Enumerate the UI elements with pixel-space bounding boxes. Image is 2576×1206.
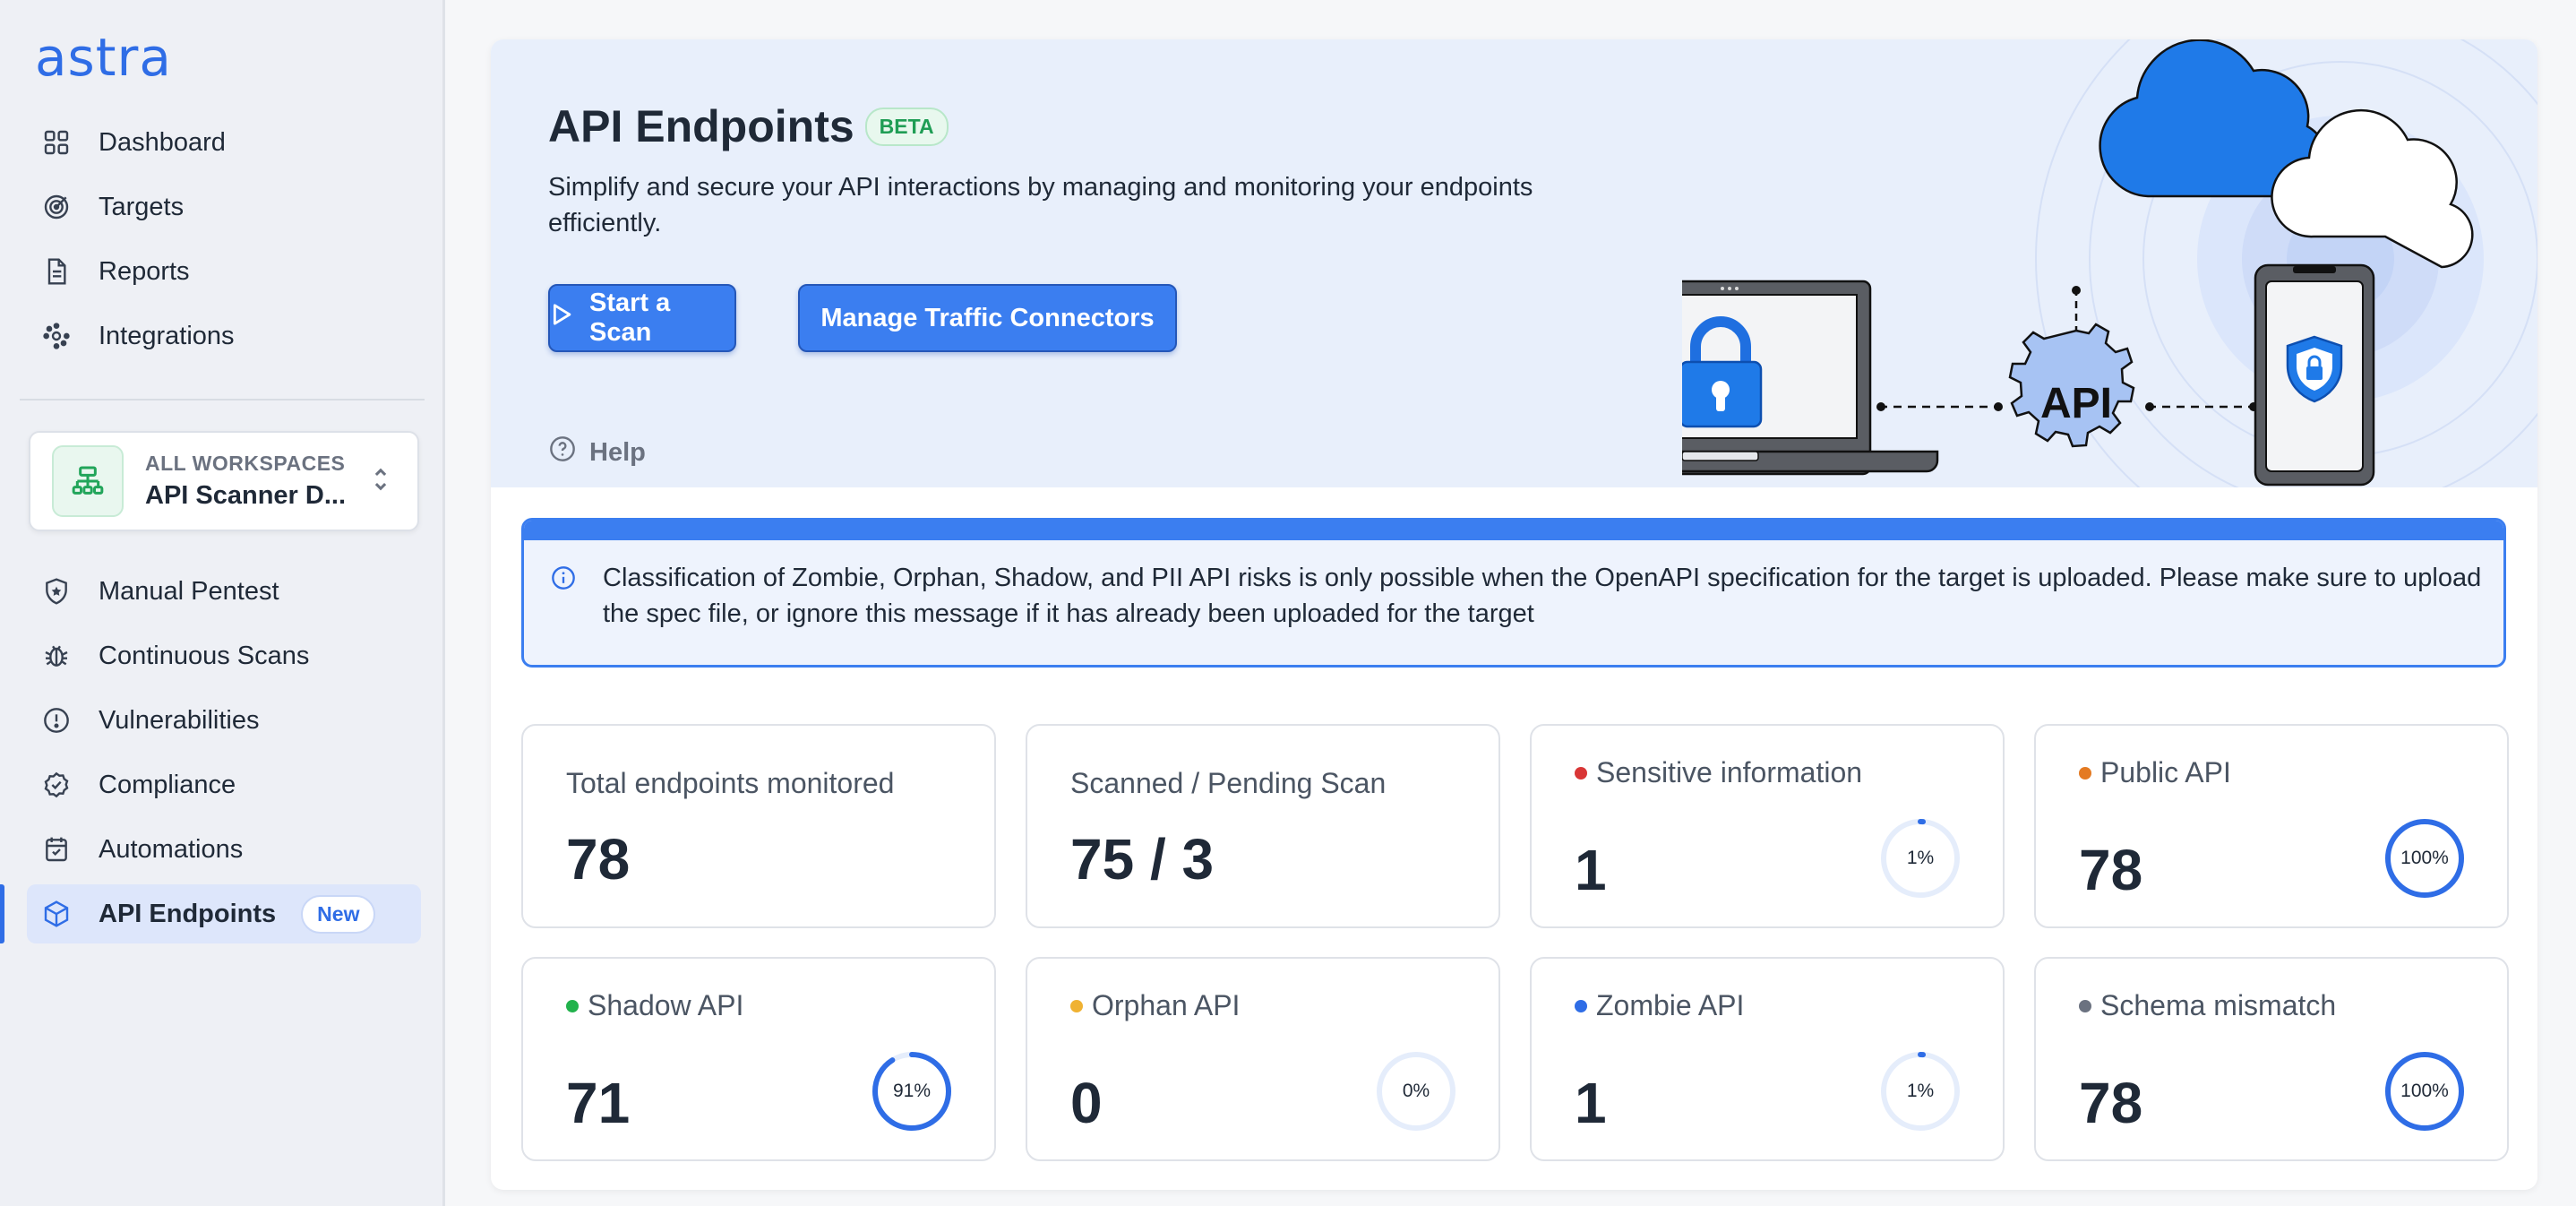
play-icon (550, 302, 573, 334)
cube-icon (41, 899, 72, 929)
stat-label: Public API (2079, 756, 2231, 789)
status-dot (1575, 999, 1587, 1012)
sidebar-item-vulnerabilities[interactable]: Vulnerabilities (27, 691, 421, 750)
status-dot (1070, 999, 1083, 1012)
stat-card-schema-mismatch[interactable]: Schema mismatch 78 100% (2034, 957, 2509, 1161)
stat-label: Total endpoints monitored (566, 767, 895, 799)
progress-percent: 100% (2400, 1081, 2449, 1101)
stat-value: 78 (2079, 838, 2143, 902)
start-scan-label: Start a Scan (589, 289, 671, 347)
status-dot (2079, 766, 2091, 780)
page-title-row: API Endpoints BETA (548, 100, 949, 152)
sidebar-nav-top: Dashboard Targets Reports Integrations (27, 113, 421, 371)
check-badge-icon (41, 770, 72, 800)
help-circle-icon (548, 435, 577, 470)
shield-icon (41, 576, 72, 607)
sidebar-nav-bottom: Manual Pentest Continuous Scans Vulnerab… (0, 562, 421, 949)
progress-percent: 1% (1906, 1081, 1935, 1101)
stat-label: Scanned / Pending Scan (1070, 767, 1387, 799)
workspace-selector[interactable]: ALL WORKSPACES API Scanner D... (29, 431, 419, 531)
stat-card-sensitive[interactable]: Sensitive information 1 1% (1530, 724, 2005, 928)
progress-percent: 100% (2400, 848, 2449, 868)
page-title: API Endpoints (548, 101, 854, 151)
stat-label: Orphan API (1070, 989, 1240, 1022)
info-banner-text: Classification of Zombie, Orphan, Shadow… (603, 564, 2482, 628)
stat-label: Sensitive information (1575, 756, 1862, 789)
sidebar-item-dashboard[interactable]: Dashboard (27, 113, 421, 172)
sidebar-item-label: Automations (99, 834, 244, 864)
sidebar-item-automations[interactable]: Automations (27, 820, 421, 879)
stat-card-total[interactable]: Total endpoints monitored 78 (521, 724, 996, 928)
stat-value: 78 (2079, 1071, 2143, 1135)
manage-traffic-connectors-label: Manage Traffic Connectors (820, 303, 1155, 332)
calendar-icon (41, 834, 72, 865)
sidebar: astra Dashboard Targets Reports Integrat… (0, 0, 445, 1206)
status-dot (566, 999, 579, 1012)
stat-label: Shadow API (566, 989, 743, 1022)
api-gear-label: API (2040, 380, 2112, 427)
sidebar-item-continuous-scans[interactable]: Continuous Scans (27, 626, 421, 685)
stat-value: 0 (1070, 1071, 1103, 1135)
stat-value: 71 (566, 1071, 631, 1135)
stat-card-public[interactable]: Public API 78 100% (2034, 724, 2509, 928)
info-icon (551, 565, 576, 595)
sidebar-divider (20, 399, 425, 401)
stat-value: 1 (1575, 838, 1607, 902)
stat-value: 78 (566, 827, 631, 892)
sidebar-item-label: Dashboard (99, 127, 226, 157)
workspace-name: API Scanner D... (145, 481, 347, 510)
sidebar-item-label: Integrations (99, 321, 235, 350)
workspace-tree-icon (52, 445, 124, 517)
api-illustration: API (1682, 39, 2537, 487)
astra-logo[interactable]: astra (35, 27, 172, 88)
sidebar-item-compliance[interactable]: Compliance (27, 755, 421, 814)
hero-section: API Endpoints BETA Simplify and secure y… (491, 39, 2537, 487)
stat-card-zombie[interactable]: Zombie API 1 1% (1530, 957, 2005, 1161)
report-icon (41, 256, 72, 287)
sidebar-item-label: API Endpoints (99, 899, 277, 928)
stat-value: 75 / 3 (1070, 827, 1215, 892)
chevron-up-down-icon (371, 464, 398, 499)
beta-badge: BETA (864, 107, 949, 146)
alert-icon (41, 705, 72, 736)
integrations-icon (41, 321, 72, 351)
sidebar-item-reports[interactable]: Reports (27, 242, 421, 301)
manage-traffic-connectors-button[interactable]: Manage Traffic Connectors (798, 284, 1177, 352)
status-dot (1575, 766, 1587, 780)
stat-label: Schema mismatch (2079, 989, 2336, 1022)
progress-percent: 0% (1402, 1081, 1430, 1101)
info-banner: Classification of Zombie, Orphan, Shadow… (521, 518, 2506, 668)
active-indicator (0, 884, 4, 943)
sidebar-item-label: Manual Pentest (99, 576, 279, 606)
status-dot (2079, 999, 2091, 1012)
sidebar-item-targets[interactable]: Targets (27, 177, 421, 237)
help-label: Help (589, 437, 646, 467)
stat-card-scanned[interactable]: Scanned / Pending Scan 75 / 3 (1026, 724, 1500, 928)
bug-icon (41, 641, 72, 671)
sidebar-item-manual-pentest[interactable]: Manual Pentest (27, 562, 421, 621)
progress-percent: 91% (892, 1081, 932, 1101)
sidebar-item-integrations[interactable]: Integrations (27, 306, 421, 366)
stat-card-orphan[interactable]: Orphan API 0 0% (1026, 957, 1500, 1161)
target-icon (41, 192, 72, 222)
page-description: Simplify and secure your API interaction… (548, 173, 1533, 237)
sidebar-item-label: Targets (99, 192, 185, 221)
stat-label: Zombie API (1575, 989, 1744, 1022)
sidebar-item-label: Reports (99, 256, 190, 286)
workspace-label: ALL WORKSPACES (145, 452, 346, 475)
start-scan-button[interactable]: Start a Scan (548, 284, 736, 352)
sidebar-item-label: Compliance (99, 770, 236, 799)
progress-percent: 1% (1906, 848, 1935, 868)
new-badge: New (301, 894, 376, 934)
stat-card-shadow[interactable]: Shadow API 71 91% (521, 957, 996, 1161)
workspace-text: ALL WORKSPACES API Scanner D... (145, 452, 371, 511)
stat-value: 1 (1575, 1071, 1607, 1135)
sidebar-item-api-endpoints[interactable]: API Endpoints New (0, 884, 421, 943)
info-banner-accent (524, 521, 2503, 540)
main-content: API Endpoints BETA Simplify and secure y… (491, 39, 2537, 1190)
sidebar-item-label: Continuous Scans (99, 641, 310, 670)
help-link[interactable]: Help (548, 435, 646, 470)
sidebar-item-label: Vulnerabilities (99, 705, 260, 735)
grid-icon (41, 127, 72, 158)
